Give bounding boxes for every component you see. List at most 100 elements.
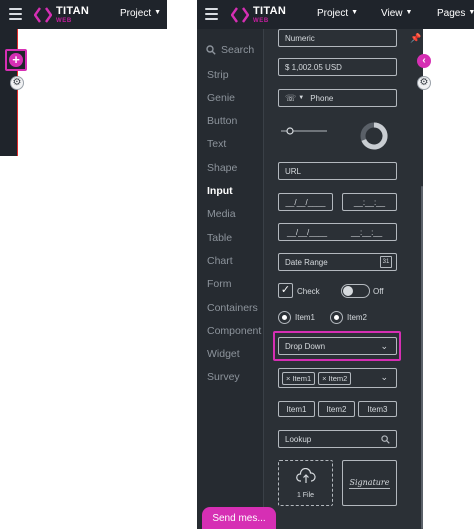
remove-chip-icon[interactable]: × [322,374,326,383]
chevron-down-icon: ▼ [351,9,359,16]
dropdown-select[interactable]: Drop Down ⌄ [278,337,397,355]
radio-item1[interactable]: Item1 [278,311,315,324]
url-input[interactable]: URL [278,162,397,180]
titan-logo-icon [231,7,249,23]
date-input[interactable]: __/__/____ [278,193,333,211]
logo-subtitle: WEB [56,18,72,24]
chip-label: Item1 [292,373,312,383]
sidebar-item-table[interactable]: Table [207,232,232,244]
date-range-input[interactable]: Date Range 31 [278,253,397,271]
currency-value: $ 1,002.05 USD [285,62,342,72]
date-range-placeholder: Date Range [285,257,328,267]
segment-item2[interactable]: Item2 [318,401,355,417]
sidebar-item-chart[interactable]: Chart [207,255,233,267]
segment-label: Item1 [286,404,307,414]
titan-logo-icon [34,7,52,23]
numeric-input[interactable]: Numeric [278,29,397,47]
chevron-down-icon: ▼ [298,95,305,101]
file-count: 1 File [296,492,315,499]
sidebar-item-shape[interactable]: Shape [207,162,237,174]
search-icon [206,45,216,55]
currency-input[interactable]: $ 1,002.05 USD [278,58,397,76]
toggle-switch[interactable] [341,284,370,298]
segment-label: Item2 [326,404,347,414]
element-category-sidebar: Search Strip Genie Button Text Shape Inp… [197,29,263,529]
project-menu[interactable]: Project ▼ [120,8,161,19]
sidebar-item-survey[interactable]: Survey [207,371,240,383]
segment-item1[interactable]: Item1 [278,401,315,417]
chevron-down-icon: ▼ [468,9,474,16]
sidebar-item-component[interactable]: Component [207,325,261,337]
datetime-date-mask: __/__/____ [287,227,328,237]
sidebar-item-strip[interactable]: Strip [207,69,229,81]
view-menu-label: View [381,8,403,19]
pin-icon[interactable]: 📌 [410,33,421,44]
collapse-panel-button[interactable]: ‹ [417,54,431,68]
url-placeholder: URL [285,166,302,176]
project-menu[interactable]: Project ▼ [317,8,358,19]
signature-pad[interactable]: Signature [342,460,397,506]
multiselect-input[interactable]: × Item1 × Item2 ⌄ [278,368,397,388]
lookup-placeholder: Lookup [285,434,312,444]
segment-item3[interactable]: Item3 [358,401,397,417]
file-upload[interactable]: 1 File [278,460,333,506]
chip-label: Item2 [328,373,348,383]
send-message-button[interactable]: Send mes... [202,507,276,529]
lookup-input[interactable]: Lookup [278,430,397,448]
slider[interactable] [279,126,329,136]
datetime-time-mask: __:__:__ [351,227,383,237]
add-element-button[interactable]: + [5,49,27,71]
toggle-label: Off [373,287,384,296]
settings-gear-icon[interactable]: ⚙ [10,76,24,90]
cloud-upload-icon [296,468,316,483]
multiselect-chip-item2[interactable]: × Item2 [318,371,352,385]
phone-placeholder: Phone [310,93,334,103]
page-canvas [423,29,474,529]
logo-title: TITAN [253,5,287,17]
hamburger-menu-icon[interactable] [205,8,218,20]
checkbox[interactable]: ✓ [278,283,293,298]
radio-item2[interactable]: Item2 [330,311,367,324]
plus-icon: + [9,53,23,67]
right-topbar: TITAN WEB Project ▼ View ▼ Pages ▼ [197,0,474,29]
pages-menu[interactable]: Pages ▼ [437,8,474,19]
logo-title: TITAN [56,5,90,17]
datetime-input[interactable]: __/__/____ __:__:__ [278,223,397,241]
sidebar-search[interactable]: Search [206,44,254,56]
sidebar-item-media[interactable]: Media [207,208,236,220]
project-menu-label: Project [317,8,349,19]
checkbox-label: Check [297,287,320,296]
numeric-label: Numeric [285,33,315,43]
multiselect-chip-item1[interactable]: × Item1 [282,371,316,385]
dropdown-value: Drop Down [285,341,326,351]
sidebar-item-genie[interactable]: Genie [207,92,235,104]
radio-item2-label: Item2 [347,313,368,322]
chevron-down-icon: ▼ [405,9,413,16]
time-mask: __:__:__ [353,197,386,207]
hamburger-menu-icon[interactable] [9,8,22,20]
chevron-down-icon: ▼ [154,9,162,16]
chevron-down-icon: ⌄ [380,372,388,382]
toggle-knob [343,286,353,296]
chevron-down-icon: ⌄ [380,341,388,351]
radio-item1-label: Item1 [295,313,316,322]
radio-dot [330,311,343,324]
pages-menu-label: Pages [437,8,466,19]
globe-icon: ☏ [285,92,297,103]
sidebar-item-button[interactable]: Button [207,115,237,127]
settings-gear-icon[interactable]: ⚙ [417,76,431,90]
sidebar-item-containers[interactable]: Containers [207,302,258,314]
logo-subtitle: WEB [253,18,269,24]
sidebar-item-input[interactable]: Input [207,185,233,197]
radio-dot [278,311,291,324]
sidebar-item-text[interactable]: Text [207,138,226,150]
view-menu[interactable]: View ▼ [381,8,412,19]
search-placeholder: Search [221,44,255,56]
time-input[interactable]: __:__:__ [342,193,397,211]
search-icon [381,435,390,444]
titan-logo: TITAN WEB [231,4,286,26]
sidebar-item-form[interactable]: Form [207,278,232,290]
phone-input[interactable]: ☏ ▼ Phone [278,89,397,107]
remove-chip-icon[interactable]: × [286,374,290,383]
sidebar-item-widget[interactable]: Widget [207,348,240,360]
